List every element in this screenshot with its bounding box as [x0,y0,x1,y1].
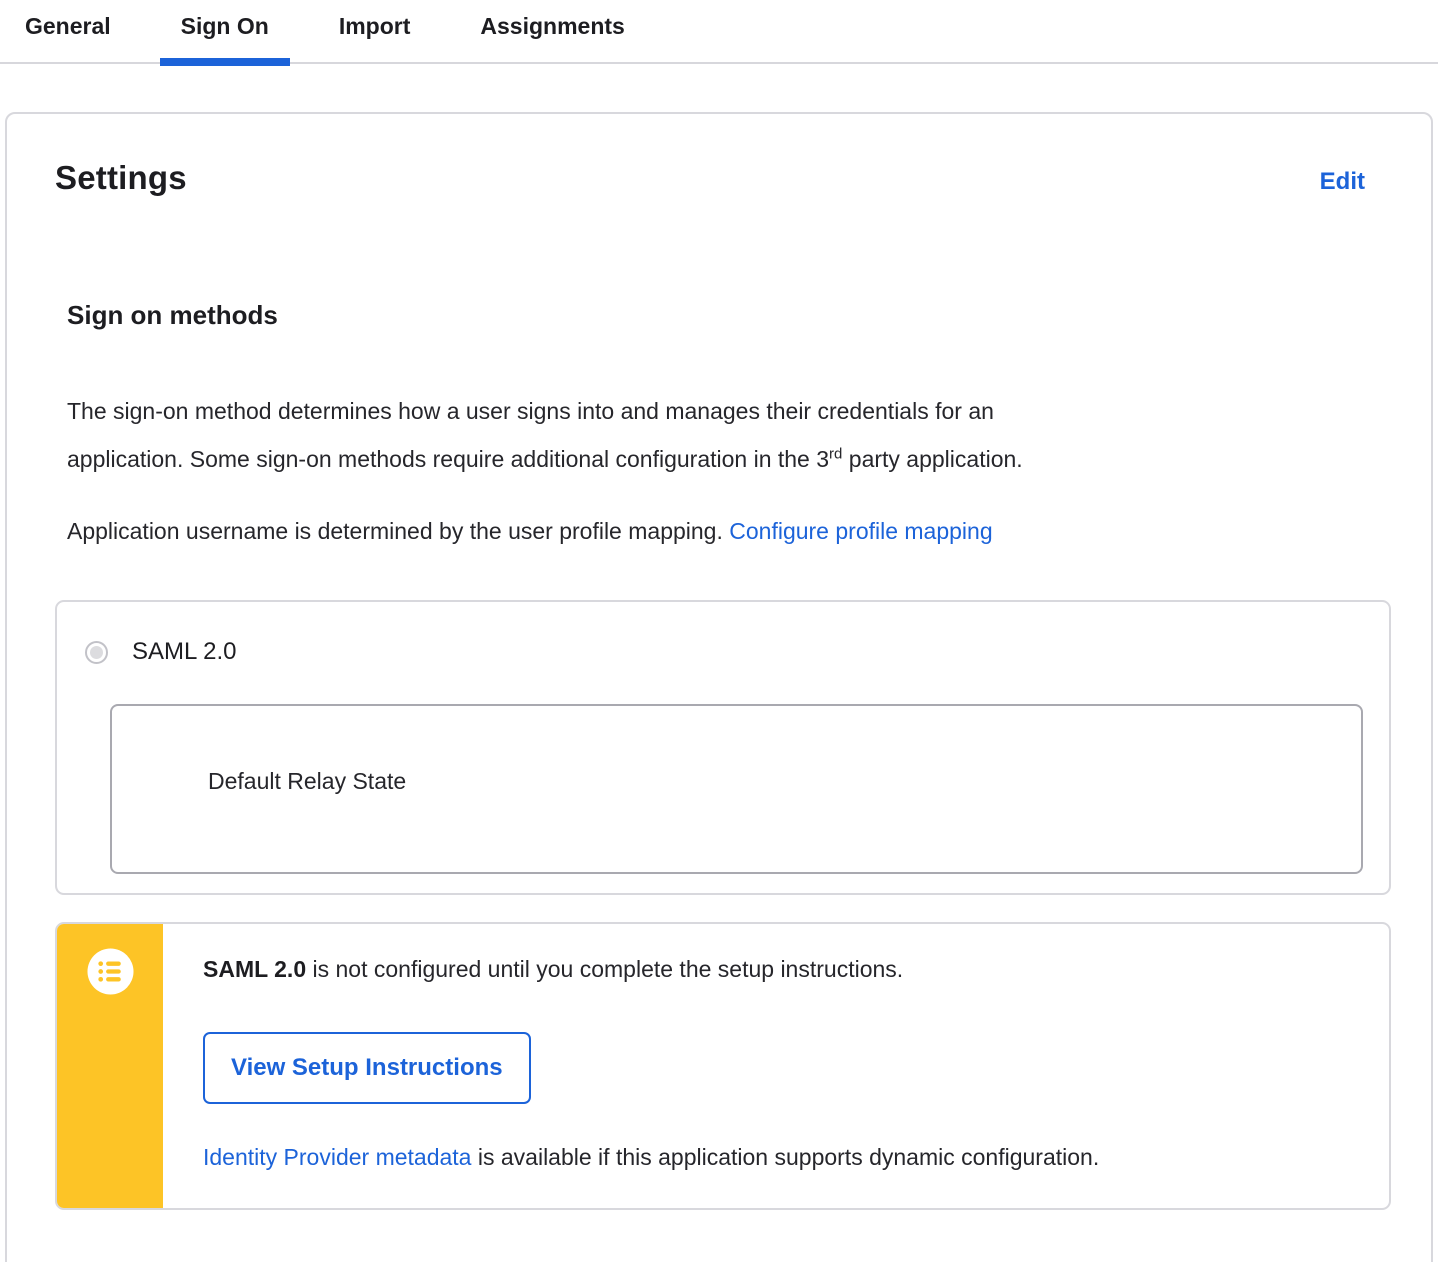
saml-radio-row: SAML 2.0 [85,638,1389,666]
description-line2: application. Some sign-on methods requir… [67,446,830,472]
callout-body: SAML 2.0 is not configured until you com… [163,924,1389,1208]
tab-import[interactable]: Import [318,0,432,62]
username-text: Application username is determined by th… [67,518,730,544]
default-relay-state-box: Default Relay State [110,704,1363,874]
sign-on-description: The sign-on method determines how a user… [67,387,1391,483]
edit-link[interactable]: Edit [1320,168,1365,196]
description-line1: The sign-on method determines how a user… [67,398,994,424]
callout-message: SAML 2.0 is not configured until you com… [203,956,1389,983]
saml-method-box: SAML 2.0 Default Relay State [55,600,1391,895]
page-title: Settings [55,159,187,196]
settings-card: Settings Edit Sign on methods The sign-o… [5,112,1433,1262]
callout-message-bold: SAML 2.0 [203,956,307,982]
saml-radio-label: SAML 2.0 [132,638,237,665]
saml-radio[interactable] [85,640,108,664]
configure-profile-mapping-link[interactable]: Configure profile mapping [729,518,992,544]
callout-message-text: is not configured until you complete the… [306,956,904,982]
username-description: Application username is determined by th… [67,507,1391,555]
setup-callout: SAML 2.0 is not configured until you com… [55,922,1391,1210]
tab-sign-on[interactable]: Sign On [159,0,291,66]
description-line2-end: party application. [842,446,1023,472]
default-relay-state-label: Default Relay State [208,768,407,794]
setup-list-icon [86,948,134,1000]
metadata-text: is available if this application support… [471,1144,1100,1170]
settings-header: Settings Edit [55,159,1391,197]
tab-general[interactable]: General [4,0,132,62]
callout-yellow-strip [57,924,163,1208]
description-superscript: rd [829,445,843,463]
identity-provider-metadata-link[interactable]: Identity Provider metadata [203,1144,471,1170]
metadata-message: Identity Provider metadata is available … [203,1144,1389,1171]
view-setup-instructions-button[interactable]: View Setup Instructions [203,1032,531,1104]
tab-bar: General Sign On Import Assignments [0,0,1438,66]
tab-assignments[interactable]: Assignments [459,0,645,62]
section-title-sign-on-methods: Sign on methods [67,300,278,330]
